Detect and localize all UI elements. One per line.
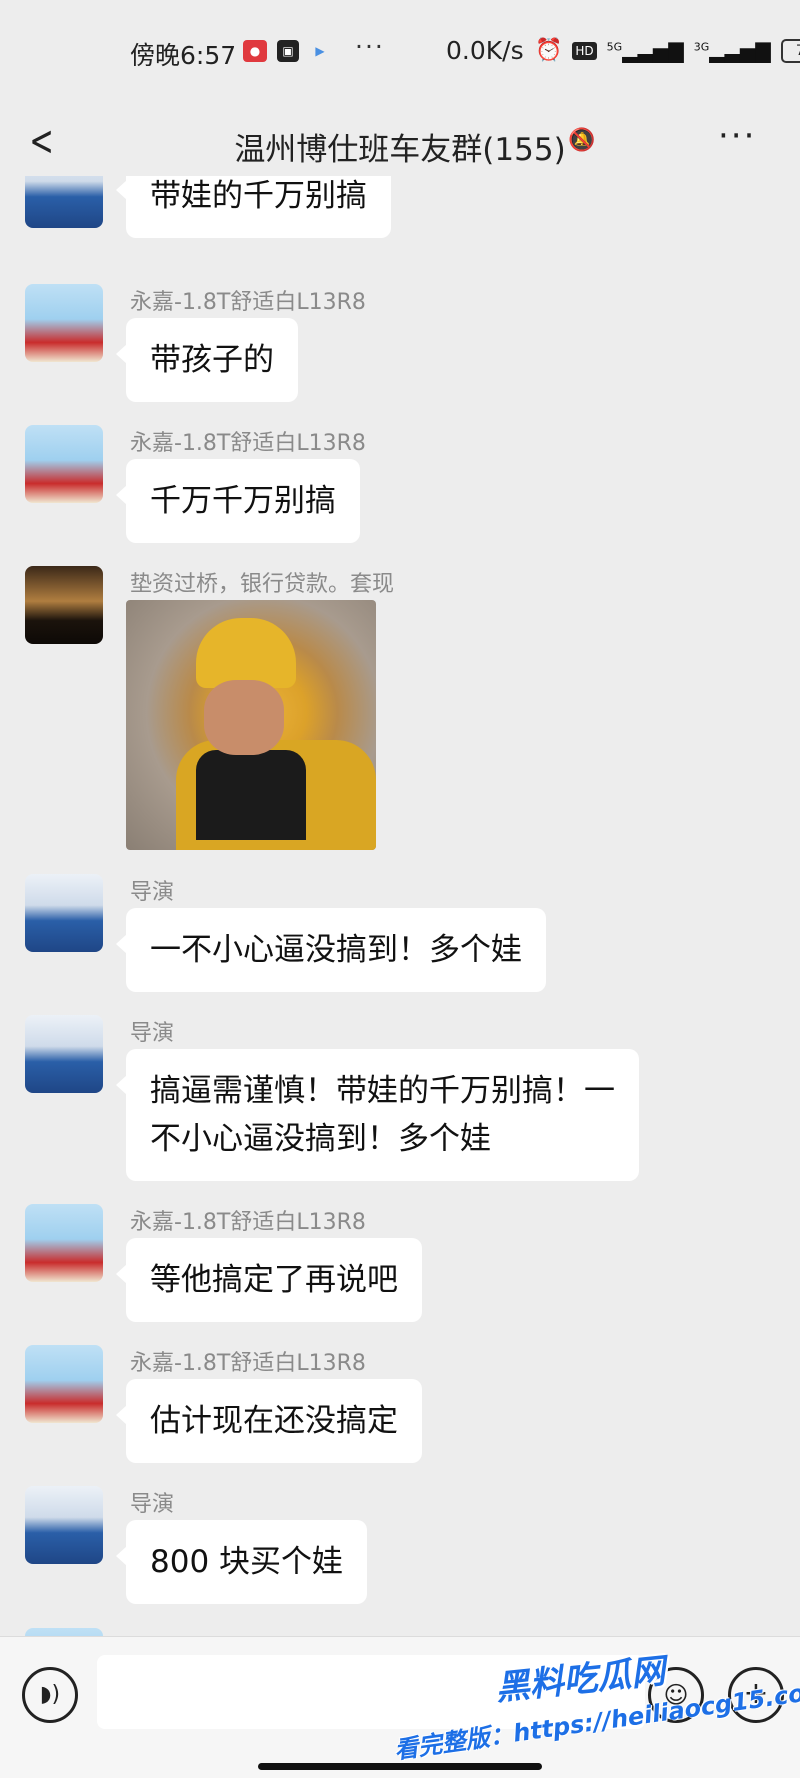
avatar[interactable] [25, 425, 103, 503]
chat-list[interactable]: 带娃的千万别搞 永嘉-1.8T舒适白L13R8 带孩子的 永嘉-1.8T舒适白L… [0, 176, 800, 1636]
app-icon: ▣ [277, 40, 299, 62]
sender-name: 永嘉-1.8T舒适白L13R8 [130, 431, 366, 456]
message-bubble[interactable]: 估计现在还没搞定 [116, 1379, 422, 1463]
sender-name: 导演 [130, 1021, 175, 1046]
avatar[interactable] [25, 1204, 103, 1282]
home-indicator[interactable] [258, 1763, 542, 1770]
chat-title: 温州博仕班车友群(155) [234, 132, 566, 168]
alarm-icon: ⏰ [535, 38, 563, 63]
photo-figure-robe [196, 750, 306, 840]
status-time: 傍晚6:57 [130, 41, 237, 70]
avatar[interactable] [25, 1628, 103, 1636]
more-status-icon: ··· [355, 32, 385, 61]
avatar[interactable] [25, 1345, 103, 1423]
network-speed: 0.0K/s [446, 36, 524, 65]
message-line: 不小心逼没搞到！多个娃 [150, 1121, 491, 1157]
message-bubble[interactable]: 搞逼需谨慎！带娃的千万别搞！一 不小心逼没搞到！多个娃 [116, 1049, 639, 1181]
notification-icon: ● [243, 40, 267, 62]
message-bubble[interactable]: 800 块买个娃 [115, 1520, 368, 1604]
voice-icon[interactable]: ◗) [22, 1667, 78, 1723]
signal-label-1: 5G [606, 39, 623, 53]
message-bubble[interactable]: 一不小心逼没搞到！多个娃 [116, 908, 546, 992]
sender-name: 永嘉-1.8T舒适白L13R8 [130, 1210, 366, 1235]
more-icon[interactable]: ··· [718, 116, 756, 156]
sender-name: 永嘉-1.8T舒适白L13R8 [130, 290, 366, 315]
hd-icon: HD [572, 41, 597, 60]
photo-figure-face [204, 680, 284, 755]
avatar[interactable] [25, 874, 103, 952]
message-bubble[interactable]: 等他搞定了再说吧 [116, 1238, 422, 1322]
message-bubble[interactable]: 千万千万别搞 [116, 459, 360, 543]
sender-name: 永嘉-1.8T舒适白L13R8 [130, 1351, 366, 1376]
play-icon: ▶ [315, 44, 325, 58]
status-bar: 傍晚6:57 ● ▣ ▶ ··· 0.0K/s ⏰ HD 5G▂▃▅▇ 3G▂▃… [0, 0, 800, 106]
signal-icon: 5G▂▃▅▇ [606, 38, 684, 63]
avatar[interactable] [25, 1486, 103, 1564]
photo-figure-hood [196, 618, 296, 688]
avatar[interactable] [25, 566, 103, 644]
bell-off-icon: 🔕 [568, 128, 596, 153]
chat-header: < 温州博仕班车友群(155) 🔕 ··· [0, 106, 800, 176]
image-message[interactable] [126, 600, 376, 850]
signal-label-2: 3G [693, 39, 710, 53]
battery-icon: 76 [780, 38, 800, 63]
status-right-icons: ⏰ HD 5G▂▃▅▇ 3G▂▃▅▇ 76 [535, 38, 800, 63]
sender-name: 垫资过桥，银行贷款。套现 [130, 572, 395, 597]
message-bubble[interactable]: 带娃的千万别搞 [116, 176, 391, 238]
avatar[interactable] [25, 176, 103, 228]
message-bubble[interactable]: 带孩子的 [116, 318, 298, 402]
avatar[interactable] [25, 1015, 103, 1093]
avatar[interactable] [25, 284, 103, 362]
sender-name: 导演 [130, 880, 175, 905]
message-line: 搞逼需谨慎！带娃的千万别搞！一 [150, 1073, 615, 1109]
signal-icon: 3G▂▃▅▇ [693, 38, 771, 63]
sender-name: 导演 [130, 1492, 175, 1517]
